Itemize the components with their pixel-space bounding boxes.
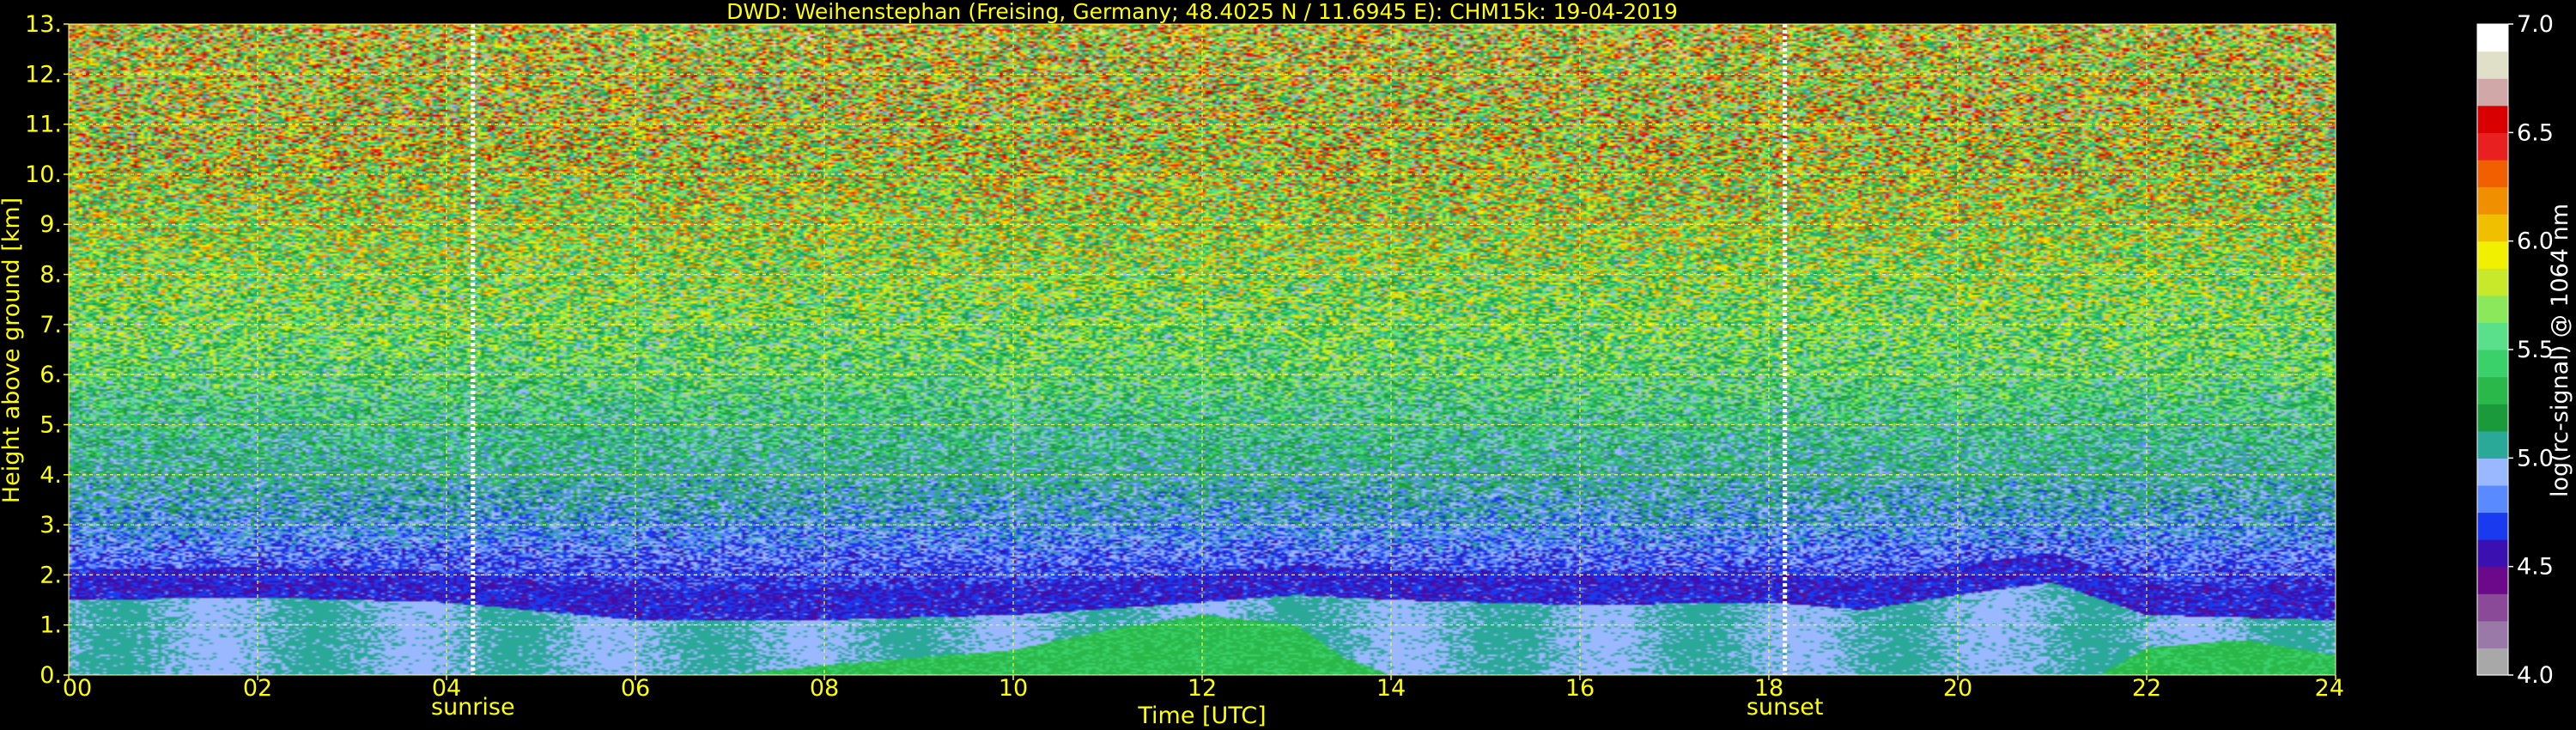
- colorbar: 4.04.55.05.56.06.57.0: [2476, 11, 2554, 689]
- x-tick-label: 04: [432, 675, 461, 702]
- x-tick-label: 00: [63, 675, 92, 702]
- ceilometer-figure: DWD: Weihenstephan (Freising, Germany; 4…: [0, 0, 2573, 729]
- y-axis-ticks: 0. 1. 2. 3. 4. 5. 6. 7. 8. 9. 10. 11. 12. 13.: [25, 11, 69, 689]
- y-tick-label: 13.: [25, 11, 62, 38]
- colorbar-segment: [2477, 268, 2508, 296]
- x-tick-label: 18: [1754, 675, 1783, 702]
- x-tick-label: 24: [2315, 675, 2344, 702]
- colorbar-segment: [2477, 350, 2508, 378]
- y-tick-label: 6.: [39, 362, 62, 388]
- colorbar-segment: [2477, 484, 2508, 514]
- colorbar-segment: [2477, 539, 2508, 568]
- colorbar-tick-label: 4.5: [2517, 554, 2554, 581]
- colorbar-segment: [2477, 376, 2508, 405]
- y-tick-label: 10.: [25, 161, 62, 188]
- x-tick-label: 16: [1565, 675, 1595, 702]
- y-tick-label: 11.: [25, 112, 62, 138]
- colorbar-segment: [2477, 404, 2508, 432]
- y-tick-label: 3.: [39, 512, 62, 538]
- colorbar-segment: [2477, 186, 2508, 215]
- x-tick-label: 14: [1376, 675, 1406, 702]
- colorbar-segment: [2477, 295, 2508, 324]
- colorbar-segment: [2477, 620, 2508, 649]
- y-tick-label: 8.: [39, 262, 62, 289]
- colorbar-segment: [2477, 648, 2508, 676]
- x-tick-label: 08: [810, 675, 839, 702]
- y-tick-label: 7.: [39, 312, 62, 338]
- colorbar-segment: [2477, 214, 2508, 242]
- colorbar-segment: [2477, 512, 2508, 540]
- colorbar-segment: [2477, 159, 2508, 188]
- colorbar-segment: [2477, 51, 2508, 79]
- x-tick-label: 20: [1943, 675, 1972, 702]
- chart-title: DWD: Weihenstephan (Freising, Germany; 4…: [726, 0, 1678, 24]
- x-tick-label: 06: [621, 675, 650, 702]
- x-tick-label: 22: [2132, 675, 2161, 702]
- x-axis-label: Time [UTC]: [1137, 703, 1266, 729]
- colorbar-segment: [2477, 322, 2508, 350]
- colorbar-segment: [2477, 566, 2508, 594]
- colorbar-segment: [2477, 78, 2508, 106]
- x-tick-label: 12: [1188, 675, 1217, 702]
- y-tick-label: 5.: [39, 411, 62, 438]
- colorbar-tick-label: 7.0: [2517, 11, 2554, 38]
- y-axis-label: Height above ground [km]: [0, 198, 25, 503]
- colorbar-segment: [2477, 24, 2508, 52]
- x-tick-label: 02: [243, 675, 272, 702]
- x-tick-label: 10: [999, 675, 1028, 702]
- colorbar-segment: [2477, 105, 2508, 133]
- y-tick-label: 12.: [25, 61, 62, 88]
- colorbar-tick-label: 6.5: [2517, 119, 2554, 146]
- colorbar-segment: [2477, 458, 2508, 486]
- y-tick-label: 9.: [39, 211, 62, 238]
- y-tick-label: 0.: [39, 662, 62, 689]
- y-tick-label: 4.: [39, 462, 62, 489]
- colorbar-segment: [2477, 132, 2508, 161]
- colorbar-segment: [2477, 430, 2508, 459]
- colorbar-tick-label: 4.0: [2517, 662, 2554, 689]
- y-tick-label: 1.: [39, 612, 62, 639]
- colorbar-label: log(rc-signal) @ 1064 nm: [2547, 204, 2573, 497]
- x-axis-ticks: 00 02 04 06 08 10 12 14 16 18 20 22 24: [63, 675, 2344, 702]
- y-tick-label: 2.: [39, 562, 62, 588]
- colorbar-segment: [2477, 240, 2508, 269]
- colorbar-segment: [2477, 593, 2508, 622]
